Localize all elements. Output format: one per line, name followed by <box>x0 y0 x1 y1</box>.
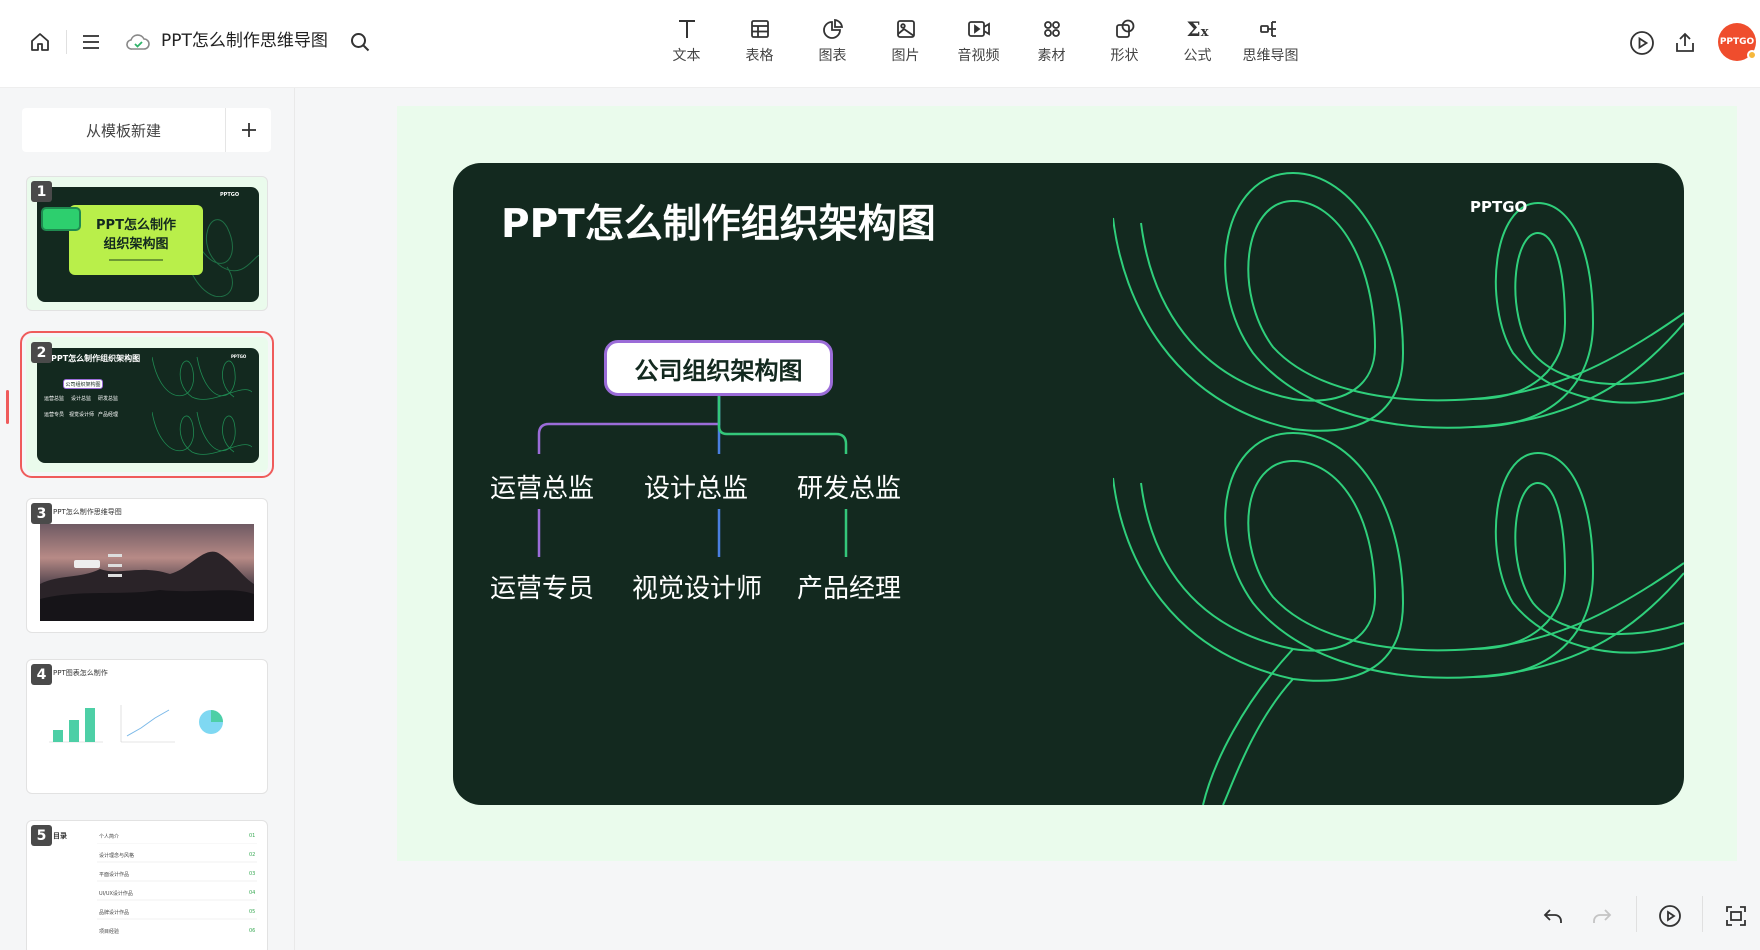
thumbnail-slide-bg: PPT怎么制作 组织架构图 PPTGO <box>37 187 259 302</box>
tool-text[interactable]: 文本 <box>650 14 723 70</box>
chart-icon <box>822 14 844 44</box>
tool-image[interactable]: 图片 <box>869 14 942 70</box>
home-icon[interactable] <box>26 28 54 56</box>
video-icon <box>967 14 991 44</box>
canvas-area: PPT怎么制作组织架构图 PPTGO 公司组织架构图 运营总监 设计总监 研发总… <box>295 88 1760 950</box>
tool-formula[interactable]: Σx 公式 <box>1161 14 1234 70</box>
add-slide-button[interactable] <box>226 108 271 152</box>
play-from-current-button[interactable] <box>1654 896 1686 936</box>
thumbnail-photo <box>40 524 254 621</box>
new-from-template: 从模板新建 <box>22 108 271 152</box>
shape-icon <box>1114 14 1136 44</box>
search-icon[interactable] <box>346 28 374 56</box>
mindmap-icon <box>1259 14 1283 44</box>
play-slideshow-icon[interactable] <box>1627 28 1657 58</box>
redo-button[interactable] <box>1587 896 1617 936</box>
tool-assets[interactable]: 素材 <box>1015 14 1088 70</box>
decorative-loops <box>1113 171 1684 805</box>
plus-icon <box>241 123 256 137</box>
divider <box>1636 896 1637 932</box>
slide-brand-logo: PPTGO <box>1470 198 1528 216</box>
tool-table[interactable]: 表格 <box>723 14 796 70</box>
org-root-node[interactable]: 公司组织架构图 <box>604 340 833 396</box>
mountain-silhouette <box>40 551 254 621</box>
undo-button[interactable] <box>1538 896 1568 936</box>
slide-thumbnail-panel: 从模板新建 1 PPT怎么制作 组织架构图 PPTGO 2 PPT怎么制作组织架… <box>0 88 295 950</box>
org-node-design-director[interactable]: 设计总监 <box>644 468 748 505</box>
assets-icon <box>1041 14 1063 44</box>
play-icon <box>1659 905 1681 927</box>
table-icon <box>749 14 771 44</box>
online-status-dot <box>1747 50 1757 60</box>
divider <box>66 30 67 54</box>
image-icon <box>895 14 917 44</box>
new-from-template-button[interactable]: 从模板新建 <box>22 108 226 152</box>
tool-chart[interactable]: 图表 <box>796 14 869 70</box>
share-icon[interactable] <box>1670 28 1700 58</box>
org-node-operations-specialist[interactable]: 运营专员 <box>490 568 594 605</box>
org-node-rd-director[interactable]: 研发总监 <box>797 468 901 505</box>
slide-thumbnail-4[interactable]: 4 PPT图表怎么制作 <box>26 659 268 794</box>
undo-icon <box>1543 909 1562 923</box>
tool-shape[interactable]: 形状 <box>1088 14 1161 70</box>
fit-screen-button[interactable] <box>1720 896 1752 936</box>
decorative-loops <box>152 356 252 455</box>
thumbnail-title-card: PPT怎么制作 组织架构图 <box>69 205 203 275</box>
slide-thumbnail-5[interactable]: 5 目录 个人简介 01 设计理念与风格 02 平面设计作品 03 UI/UX设… <box>26 820 268 950</box>
org-node-product-manager[interactable]: 产品经理 <box>797 568 901 605</box>
top-toolbar: PPT怎么制作思维导图 文本 表格 图表 图片 音视频 素材 形状 Σx 公式 … <box>0 0 1760 88</box>
thumbnail-accent-shape <box>41 207 81 231</box>
slide-thumbnail-2[interactable]: 2 PPT怎么制作组织架构图 PPTGO 公司组织架构图 运营总监 设计总监 研… <box>20 331 274 478</box>
avatar[interactable]: PPTGO <box>1718 23 1757 61</box>
org-node-operations-director[interactable]: 运营总监 <box>490 468 594 505</box>
insert-toolbar: 文本 表格 图表 图片 音视频 素材 形状 Σx 公式 思维导图 <box>650 14 1307 70</box>
menu-icon[interactable] <box>77 28 105 56</box>
formula-icon: Σx <box>1186 17 1209 41</box>
thumbnail-mini-charts <box>49 705 223 743</box>
document-title[interactable]: PPT怎么制作思维导图 <box>161 28 328 54</box>
tool-mindmap[interactable]: 思维导图 <box>1234 14 1307 70</box>
slide-frame: PPT怎么制作组织架构图 PPTGO 公司组织架构图 运营总监 设计总监 研发总… <box>397 106 1737 861</box>
active-slide-indicator <box>6 390 9 424</box>
tool-video[interactable]: 音视频 <box>942 14 1015 70</box>
org-node-visual-designer[interactable]: 视觉设计师 <box>632 568 762 605</box>
redo-icon <box>1593 909 1612 923</box>
text-icon <box>676 14 698 44</box>
divider <box>1702 896 1703 932</box>
slide-canvas[interactable]: PPT怎么制作组织架构图 PPTGO 公司组织架构图 运营总监 设计总监 研发总… <box>453 163 1684 805</box>
slide-thumbnail-3[interactable]: 3 PPT怎么制作思维导图 <box>26 498 268 633</box>
cloud-saved-icon <box>124 30 152 54</box>
fit-screen-icon <box>1726 906 1746 926</box>
slide-thumbnail-1[interactable]: 1 PPT怎么制作 组织架构图 PPTGO <box>26 176 268 311</box>
thumbnail-slide-bg: PPT怎么制作组织架构图 PPTGO 公司组织架构图 运营总监 设计总监 研发总… <box>37 348 259 463</box>
